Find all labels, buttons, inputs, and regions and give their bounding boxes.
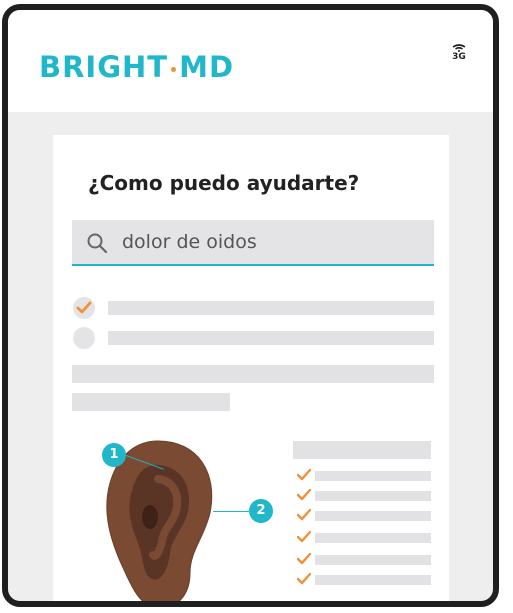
wifi-icon xyxy=(452,44,466,52)
option-label-placeholder xyxy=(108,301,434,315)
logo-text-left: BRIGHT xyxy=(39,50,169,84)
status-signal: 3G xyxy=(447,44,471,62)
search-box[interactable] xyxy=(72,220,434,266)
network-label: 3G xyxy=(452,52,466,62)
checklist-item-placeholder xyxy=(315,511,431,521)
checklist-item-placeholder xyxy=(315,575,431,585)
check-icon xyxy=(297,489,311,501)
checklist-heading-placeholder xyxy=(293,441,431,459)
check-icon xyxy=(297,469,311,481)
check-icon xyxy=(297,553,311,565)
search-icon xyxy=(87,233,108,254)
callout-badge-2: 2 xyxy=(249,499,273,523)
main-card: ¿Como puedo ayudarte? 1 xyxy=(53,135,449,601)
device-frame: BRIGHT MD 3G ¿Como puedo ayudarte? dolor… xyxy=(2,4,499,607)
search-input[interactable] xyxy=(122,229,422,255)
brand-logo: BRIGHT MD xyxy=(39,50,234,84)
logo-text-right: MD xyxy=(179,50,235,84)
checklist-item-placeholder xyxy=(315,533,431,543)
checklist-item-placeholder xyxy=(315,555,431,565)
option-checkbox-checked[interactable] xyxy=(73,297,95,319)
logo-dot xyxy=(171,66,177,72)
check-icon xyxy=(297,531,311,543)
check-icon xyxy=(297,573,311,585)
callout-line-2 xyxy=(213,511,249,512)
text-placeholder xyxy=(72,393,230,411)
text-placeholder xyxy=(72,365,434,383)
callout-badge-1: 1 xyxy=(102,443,126,467)
checklist-item-placeholder xyxy=(315,471,431,481)
check-icon xyxy=(76,301,92,314)
check-icon xyxy=(297,509,311,521)
checklist-item-placeholder xyxy=(315,491,431,501)
page-title: ¿Como puedo ayudarte? xyxy=(88,171,360,195)
option-label-placeholder xyxy=(108,331,434,345)
app-header: BRIGHT MD 3G xyxy=(8,10,493,112)
option-checkbox-unchecked[interactable] xyxy=(73,327,95,349)
